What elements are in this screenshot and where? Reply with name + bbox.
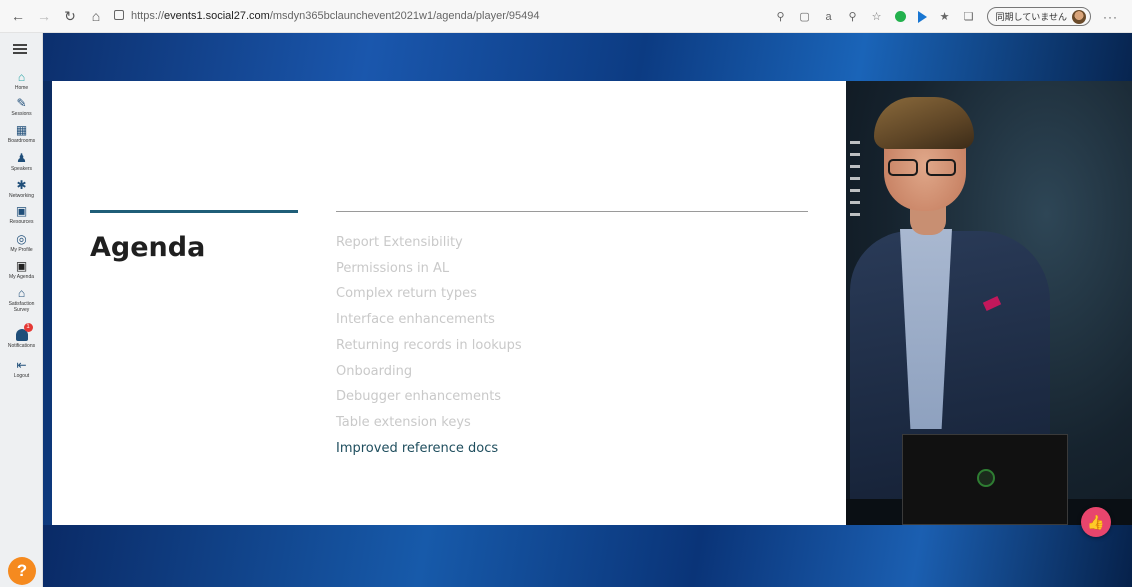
profile-sync-button[interactable]: 同期していません bbox=[986, 7, 1091, 26]
sidebar-item-label: Sessions bbox=[11, 111, 32, 117]
agenda-item: Improved reference docs bbox=[336, 440, 499, 456]
app-icon[interactable]: ▢ bbox=[799, 11, 811, 23]
lock-icon bbox=[114, 10, 124, 20]
laptop-logo-icon bbox=[977, 469, 995, 487]
profile-icon: ◎ bbox=[16, 232, 27, 246]
more-menu-icon[interactable]: ··· bbox=[1103, 10, 1118, 24]
speaker-icon: ♟ bbox=[16, 151, 27, 165]
key-icon[interactable]: ⚲ bbox=[775, 11, 787, 23]
slide-title: Agenda bbox=[90, 232, 206, 263]
boardroom-icon: ▦ bbox=[15, 123, 28, 137]
url-host: events1.social27.com bbox=[164, 10, 270, 22]
stage-background-top bbox=[43, 33, 1132, 81]
read-aloud-icon[interactable]: a bbox=[823, 11, 835, 23]
collections-icon[interactable]: ❏ bbox=[963, 11, 975, 23]
sidebar-item-satisfaction-survey[interactable]: ⌂ Satisfaction Survey bbox=[0, 287, 43, 313]
agenda-list: Report Extensibility Permissions in AL Com… bbox=[336, 230, 522, 461]
sidebar-item-resources[interactable]: ▣ Resources bbox=[0, 205, 43, 225]
calendar-icon: ▣ bbox=[15, 259, 28, 273]
favorite-add-icon[interactable]: ☆ bbox=[871, 11, 883, 23]
survey-icon: ⌂ bbox=[17, 286, 26, 300]
notification-count-badge: 1 bbox=[23, 323, 33, 332]
presentation-slide: Agenda Report Extensibility Permissions i… bbox=[52, 81, 846, 525]
bell-icon: 1 bbox=[15, 323, 33, 341]
sidebar-item-boardrooms[interactable]: ▦ Boardrooms bbox=[0, 124, 43, 144]
hamburger-menu-icon[interactable] bbox=[13, 44, 27, 54]
agenda-item: Table extension keys bbox=[336, 414, 471, 430]
agenda-item: Interface enhancements bbox=[336, 312, 495, 328]
sidebar-item-label: Notifications bbox=[7, 343, 36, 349]
sidebar-item-sessions[interactable]: ✎ Sessions bbox=[0, 97, 43, 117]
thumbs-up-icon: 👍 bbox=[1087, 514, 1105, 530]
like-button[interactable]: 👍 bbox=[1081, 507, 1111, 537]
zoom-icon[interactable]: ⚲ bbox=[847, 11, 859, 23]
speaker-video bbox=[846, 81, 1132, 525]
home-browser-icon[interactable]: ⌂ bbox=[88, 8, 104, 24]
resources-icon: ▣ bbox=[15, 204, 28, 218]
video-player[interactable]: Agenda Report Extensibility Permissions i… bbox=[43, 33, 1132, 587]
speaker-glasses bbox=[888, 159, 960, 177]
speaker-laptop bbox=[902, 434, 1068, 525]
sidebar-item-label: Logout bbox=[13, 373, 30, 379]
sidebar-item-label: Home bbox=[14, 85, 29, 91]
favorites-icon[interactable]: ★ bbox=[939, 11, 951, 23]
sidebar-item-logout[interactable]: ⇤ Logout bbox=[0, 359, 43, 379]
extension-blue-icon[interactable] bbox=[917, 10, 927, 23]
extension-green-icon[interactable] bbox=[894, 11, 906, 22]
sidebar-item-label: My Profile bbox=[10, 247, 33, 253]
speaker-hair bbox=[874, 97, 974, 149]
refresh-icon[interactable]: ↻ bbox=[62, 8, 78, 24]
sidebar-item-label: Networking bbox=[8, 193, 34, 199]
agenda-item: Permissions in AL bbox=[336, 260, 450, 276]
sidebar-item-notifications[interactable]: 1 Notifications bbox=[0, 323, 43, 349]
browser-toolbar: ← → ↻ ⌂ https://events1.social27.com/msd… bbox=[0, 0, 1132, 33]
studio-lights bbox=[850, 141, 860, 221]
sidebar-item-networking[interactable]: ✱ Networking bbox=[0, 179, 43, 199]
url-path: /msdyn365bclaunchevent2021w1/agenda/play… bbox=[269, 10, 540, 22]
sidebar-item-label: My Agenda bbox=[8, 274, 35, 280]
logout-icon: ⇤ bbox=[16, 358, 27, 372]
list-divider-rule bbox=[336, 211, 808, 212]
help-button[interactable]: ? bbox=[8, 557, 36, 585]
network-icon: ✱ bbox=[16, 178, 27, 192]
sidebar-item-label: Speakers bbox=[10, 166, 33, 172]
agenda-item: Report Extensibility bbox=[336, 235, 463, 250]
agenda-item: Onboarding bbox=[336, 363, 413, 379]
sidebar-item-label: Boardrooms bbox=[7, 138, 36, 144]
avatar bbox=[1072, 9, 1086, 24]
agenda-item: Complex return types bbox=[336, 286, 477, 302]
browser-extensions: ⚲ ▢ a ⚲ ☆ ★ ❏ 同期していません ··· bbox=[775, 7, 1118, 26]
url-prefix: https:// bbox=[131, 10, 165, 22]
agenda-item: Returning records in lookups bbox=[336, 337, 522, 353]
sync-status-label: 同期していません bbox=[995, 12, 1067, 22]
home-icon: ⌂ bbox=[17, 70, 26, 84]
stage-background-bottom bbox=[43, 525, 1132, 587]
sidebar-item-label: Satisfaction Survey bbox=[8, 301, 35, 313]
sidebar-item-label: Resources bbox=[9, 219, 34, 225]
pen-icon: ✎ bbox=[16, 96, 27, 110]
sidebar-item-my-profile[interactable]: ◎ My Profile bbox=[0, 233, 43, 253]
address-bar[interactable]: https://events1.social27.com/msdyn365bcl… bbox=[114, 7, 704, 26]
title-accent-rule bbox=[90, 210, 298, 213]
event-sidebar: ⌂ Home ✎ Sessions ▦ Boardrooms ♟ Speaker… bbox=[0, 33, 43, 587]
sidebar-item-speakers[interactable]: ♟ Speakers bbox=[0, 152, 43, 172]
sidebar-item-my-agenda[interactable]: ▣ My Agenda bbox=[0, 260, 43, 280]
forward-arrow-icon[interactable]: → bbox=[36, 8, 52, 24]
agenda-item: Debugger enhancements bbox=[336, 389, 502, 405]
sidebar-item-home[interactable]: ⌂ Home bbox=[0, 71, 43, 91]
back-arrow-icon[interactable]: ← bbox=[10, 8, 26, 24]
